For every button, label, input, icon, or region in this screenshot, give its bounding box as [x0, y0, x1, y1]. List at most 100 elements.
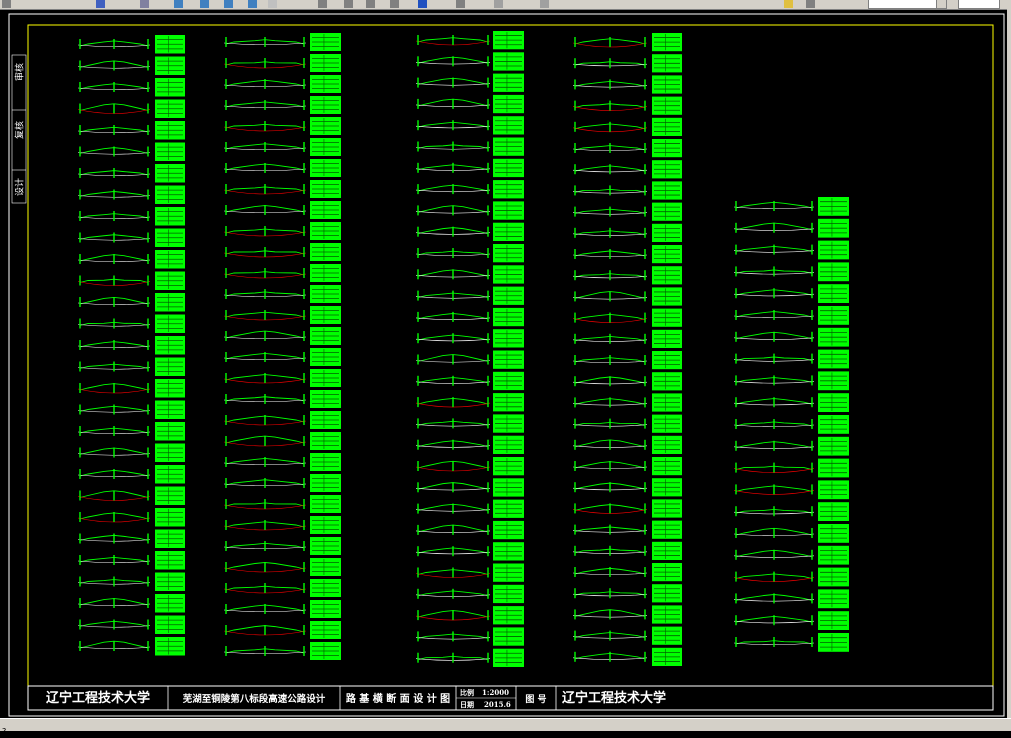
cross-section	[572, 605, 682, 624]
layer-state-icon[interactable]	[418, 0, 427, 8]
cross-section	[572, 266, 682, 285]
cross-section	[77, 357, 185, 376]
cross-section	[415, 520, 524, 540]
date-value: 2015.6	[484, 700, 511, 709]
cross-section	[415, 606, 524, 625]
cross-section	[733, 480, 849, 500]
cross-section	[223, 369, 341, 387]
cross-section	[223, 537, 341, 555]
cross-section	[572, 223, 682, 242]
cross-section	[733, 197, 849, 216]
cross-section	[415, 478, 524, 497]
cross-section	[415, 52, 524, 71]
zoom-window-icon[interactable]	[200, 0, 209, 8]
status-bar: ?	[0, 718, 1011, 736]
cross-section	[223, 474, 341, 492]
cross-section	[223, 222, 341, 240]
cross-section	[223, 579, 341, 597]
text-style-icon[interactable]	[268, 0, 277, 8]
cross-section	[572, 478, 682, 497]
cross-section	[77, 271, 185, 290]
layer-freeze-icon[interactable]	[456, 0, 465, 8]
table-icon[interactable]	[366, 0, 375, 8]
cross-section	[77, 336, 185, 355]
cross-section	[415, 31, 524, 50]
cross-section-sheet	[77, 31, 849, 667]
cross-section	[572, 54, 682, 73]
cross-section	[415, 563, 524, 582]
cross-section	[572, 499, 682, 518]
cross-section	[223, 327, 341, 345]
cross-section	[572, 181, 682, 200]
cross-section	[572, 287, 682, 306]
cross-section	[77, 594, 185, 613]
cross-section	[77, 572, 185, 591]
cross-section	[733, 349, 849, 369]
cross-section	[572, 33, 682, 52]
cross-section	[223, 306, 341, 324]
cross-section	[77, 185, 185, 204]
cross-section	[415, 648, 524, 667]
school-name: 辽宁工程技术大学	[46, 690, 150, 706]
cross-section	[415, 457, 524, 476]
cross-section	[77, 615, 185, 634]
cross-section	[733, 458, 849, 478]
cross-section	[77, 400, 185, 419]
cross-section	[223, 159, 341, 177]
cross-section	[572, 75, 682, 94]
cross-section	[77, 293, 185, 312]
lineweight-icon[interactable]	[806, 0, 815, 8]
style-combo[interactable]	[958, 0, 1000, 9]
sign-design: 设计	[14, 178, 26, 196]
layer-lock-icon[interactable]	[494, 0, 503, 8]
cross-section	[77, 422, 185, 441]
scale-value: 1:2000	[482, 688, 509, 697]
cross-section	[77, 551, 185, 570]
cross-section	[572, 457, 682, 476]
chevron-down-icon[interactable]	[936, 0, 947, 9]
cross-section	[77, 164, 185, 183]
cross-section	[415, 627, 524, 646]
color-icon[interactable]	[540, 0, 549, 8]
undo-icon[interactable]	[96, 0, 105, 8]
school-name-right: 辽宁工程技术大学	[562, 690, 666, 706]
cross-section	[733, 436, 849, 456]
cross-section	[733, 589, 849, 609]
project-name: 芜湖至铜陵第八标段高速公路设计	[183, 693, 326, 705]
cross-section	[733, 262, 849, 282]
cross-section	[223, 243, 341, 261]
layer-icon[interactable]	[318, 0, 327, 8]
scale-label: 比例	[460, 688, 474, 697]
vertical-scrollbar[interactable]	[1007, 9, 1011, 718]
cross-section	[572, 117, 682, 136]
cross-section	[77, 508, 185, 527]
cross-section	[572, 351, 682, 370]
cross-section	[223, 390, 341, 408]
properties-icon[interactable]	[344, 0, 353, 8]
redo-icon[interactable]	[140, 0, 149, 8]
cross-section	[572, 202, 682, 221]
zoom-previous-icon[interactable]	[224, 0, 233, 8]
pan-icon[interactable]	[248, 0, 257, 8]
cross-section	[572, 329, 682, 348]
zoom-realtime-icon[interactable]	[174, 0, 183, 8]
layer-combo[interactable]: 文本	[868, 0, 938, 9]
cross-section	[733, 240, 849, 260]
cross-section	[415, 329, 524, 348]
linetype-icon[interactable]	[784, 0, 793, 8]
cross-section	[77, 637, 185, 656]
cross-section	[223, 432, 341, 450]
cross-section	[223, 180, 341, 198]
drawing-canvas[interactable]: 审核 复核 设计 辽宁工程技术大学 芜湖至铜陵第八标段高速公路设计 路 基 横 …	[0, 9, 1007, 718]
cross-section	[77, 250, 185, 269]
cross-section	[223, 642, 341, 660]
cross-section	[415, 201, 524, 220]
cross-section	[415, 137, 524, 156]
cross-section	[572, 139, 682, 158]
cross-section	[733, 284, 849, 303]
cross-section	[415, 435, 524, 454]
save-icon[interactable]	[2, 0, 11, 8]
cross-section	[415, 371, 524, 391]
cross-section	[223, 96, 341, 114]
help-icon[interactable]	[390, 0, 399, 8]
